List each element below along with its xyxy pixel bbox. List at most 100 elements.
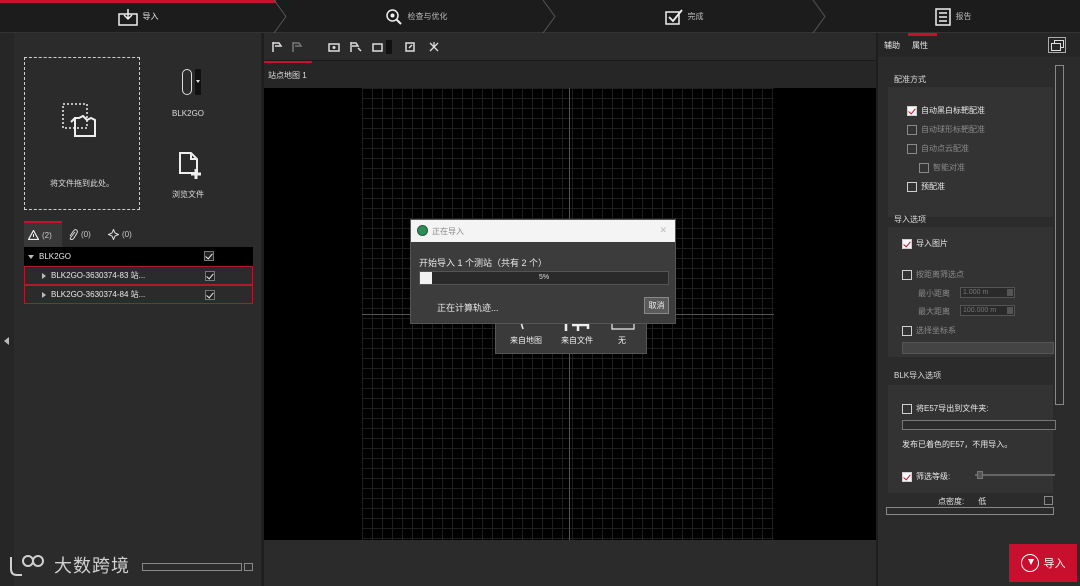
checkbox[interactable] xyxy=(919,162,929,173)
density-row: 点密度: 低 xyxy=(938,496,986,507)
option-import-images[interactable]: 导入图片 xyxy=(902,238,948,249)
max-distance-label: 最大距离 xyxy=(918,307,950,316)
download-icon xyxy=(1020,554,1039,572)
left-collapse-strip[interactable] xyxy=(0,33,14,586)
cancel-button[interactable]: 取消 xyxy=(644,297,669,314)
density-label: 点密度: xyxy=(938,497,965,506)
watermark-logo-icon xyxy=(10,555,44,576)
checkbox[interactable] xyxy=(902,403,912,414)
magnifier-icon xyxy=(385,8,402,25)
progress-text: 5% xyxy=(538,274,550,281)
tab-warnings[interactable]: (2) xyxy=(24,221,62,247)
target-icon xyxy=(108,228,119,240)
frame-icon[interactable] xyxy=(404,41,416,53)
checkbox[interactable] xyxy=(902,269,912,280)
restore-window-icon[interactable] xyxy=(1048,37,1066,53)
station-pin-disabled-icon[interactable] xyxy=(292,41,304,53)
device-selector[interactable]: BLK2GO xyxy=(172,69,214,118)
checkbox[interactable] xyxy=(902,325,912,336)
tree-item[interactable]: BLK2GO-3630374-84 站... xyxy=(24,285,253,304)
right-panel: 辅助 属性 配准方式 自动黑白标靶配准 自动球形标靶配准 自动点云配准 智能对准… xyxy=(878,33,1080,586)
tab-count: (0) xyxy=(81,229,91,239)
step-finish[interactable]: 完成 xyxy=(556,0,812,33)
option-label: 按距离筛选点 xyxy=(916,270,964,279)
origin-from-file[interactable]: 来自文件 xyxy=(561,335,593,346)
blk-options-title: BLK导入选项 xyxy=(894,371,942,380)
option-coord-system[interactable]: 选择坐标系 xyxy=(902,325,956,336)
min-distance-input[interactable]: 1.000 m xyxy=(960,287,1015,298)
camera-icon[interactable] xyxy=(328,41,340,53)
tree-root-checkbox[interactable] xyxy=(204,251,214,261)
spinner-icon[interactable] xyxy=(1007,289,1013,296)
import-button[interactable]: 导入 xyxy=(1009,544,1077,582)
checkbox[interactable] xyxy=(907,105,917,116)
link-station-icon[interactable] xyxy=(350,41,362,53)
option-label: 自动点云配准 xyxy=(921,144,969,153)
app-icon xyxy=(417,225,428,236)
layout-dropdown[interactable] xyxy=(386,40,392,54)
origin-none[interactable]: 无 xyxy=(618,335,626,346)
step-check-optimize[interactable]: 检查与优化 xyxy=(288,0,544,33)
right-vertical-scrollbar[interactable] xyxy=(1055,65,1064,405)
pin-tool-icon[interactable] xyxy=(428,41,440,53)
e57-folder-field[interactable] xyxy=(902,420,1056,430)
layout-icon[interactable] xyxy=(372,41,384,53)
tab-assist[interactable]: 辅助 xyxy=(884,40,900,51)
origin-from-map[interactable]: 来自地图 xyxy=(510,335,542,346)
scroll-right-button[interactable] xyxy=(244,563,253,571)
watermark: 大数跨境 xyxy=(8,552,130,578)
checkbox[interactable] xyxy=(907,124,917,135)
file-dropzone[interactable]: 将文件拖到此处。 xyxy=(24,57,140,210)
option-filter-level[interactable]: 筛选等级: xyxy=(902,471,950,482)
option-smart-align[interactable]: 智能对准 xyxy=(919,162,965,173)
right-horizontal-scrollbar[interactable] xyxy=(886,507,1054,515)
checkbox[interactable] xyxy=(907,181,917,192)
filter-level-slider[interactable] xyxy=(975,471,1055,479)
dialog-titlebar[interactable]: 正在导入 ✕ xyxy=(411,220,675,242)
option-auto-sphere-target[interactable]: 自动球形标靶配准 xyxy=(907,124,985,135)
step-label: 导入 xyxy=(142,12,159,21)
scroll-down-button[interactable] xyxy=(1044,496,1053,505)
tab-targets[interactable]: (0) xyxy=(104,221,142,247)
browse-files-button[interactable]: 浏览文件 xyxy=(172,151,217,199)
option-auto-bw-target[interactable]: 自动黑白标靶配准 xyxy=(907,105,985,116)
coord-system-dropdown[interactable] xyxy=(902,342,1054,354)
option-pre-registration[interactable]: 预配准 xyxy=(907,181,945,192)
collapse-left-icon[interactable] xyxy=(4,337,9,345)
left-horizontal-scrollbar[interactable] xyxy=(142,563,242,571)
paperclip-icon xyxy=(69,228,78,240)
tree-item-label: BLK2GO-3630374-84 站... xyxy=(51,290,146,299)
tab-site-map[interactable]: 站点地图 1 xyxy=(268,70,307,81)
checkbox[interactable] xyxy=(902,471,912,482)
density-value: 低 xyxy=(978,497,987,506)
option-export-e57[interactable]: 将E57导出到文件夹: xyxy=(902,403,988,414)
step-label: 检查与优化 xyxy=(407,12,448,21)
tree-item-label: BLK2GO-3630374-83 站... xyxy=(51,271,146,280)
checkbox[interactable] xyxy=(907,143,917,154)
slider-handle[interactable] xyxy=(977,471,983,479)
option-distance-filter[interactable]: 按距离筛选点 xyxy=(902,269,964,280)
station-pin-icon[interactable] xyxy=(272,41,284,53)
import-progress-dialog: 正在导入 ✕ 开始导入 1 个测站（共有 2 个） 5% 正在计算轨迹... 取… xyxy=(410,219,676,324)
device-dropdown-button[interactable] xyxy=(195,69,201,95)
tree-item-checkbox[interactable] xyxy=(205,290,215,300)
tree-item-checkbox[interactable] xyxy=(205,271,215,281)
step-import[interactable]: 导入 xyxy=(0,0,276,33)
tree-root[interactable]: BLK2GO xyxy=(24,247,253,266)
tab-attachments[interactable]: (0) xyxy=(64,221,102,247)
expand-arrow-icon[interactable] xyxy=(42,291,46,298)
publish-note: 发布已着色的E57，不用导入。 xyxy=(902,440,1013,449)
tree-item[interactable]: BLK2GO-3630374-83 站... xyxy=(24,266,253,285)
expand-arrow-icon[interactable] xyxy=(28,254,34,259)
watermark-text: 大数跨境 xyxy=(54,556,130,576)
step-report[interactable]: 报告 xyxy=(826,0,1080,33)
option-auto-cloud[interactable]: 自动点云配准 xyxy=(907,143,969,154)
max-distance-input[interactable]: 100.000 m xyxy=(960,305,1015,316)
station-tree: BLK2GO BLK2GO-3630374-83 站... BLK2GO-363… xyxy=(24,247,253,304)
spinner-icon[interactable] xyxy=(1007,307,1013,314)
tab-properties[interactable]: 属性 xyxy=(912,40,928,51)
close-icon[interactable]: ✕ xyxy=(659,225,667,236)
checkbox[interactable] xyxy=(902,238,912,249)
expand-arrow-icon[interactable] xyxy=(42,272,46,279)
registration-title: 配准方式 xyxy=(894,75,926,84)
